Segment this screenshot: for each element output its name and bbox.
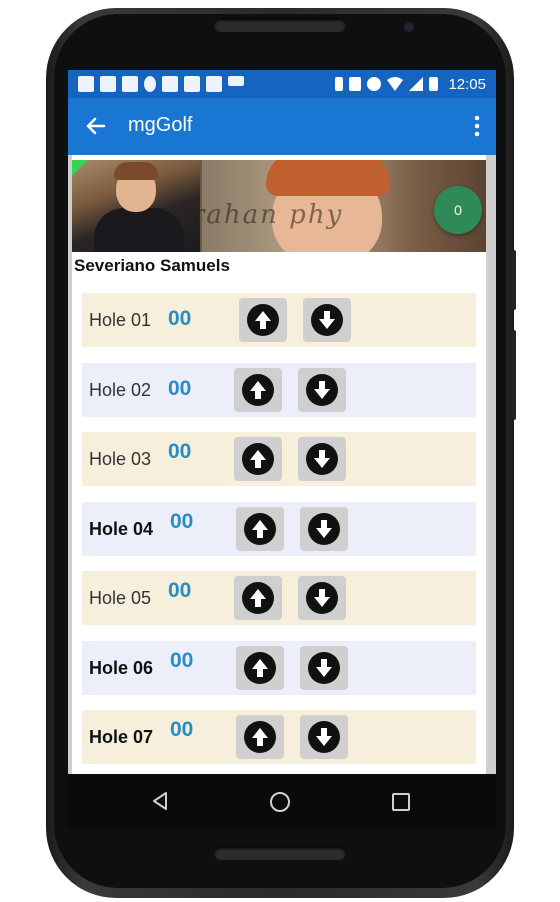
arrow-up-icon	[242, 443, 274, 475]
screen: 12:05 mgGolf rahan phy 0 Severiano Samue…	[68, 70, 496, 774]
arrow-down-icon	[311, 304, 343, 336]
arrow-down-icon	[308, 721, 340, 753]
hole-row: Hole 05 00	[82, 571, 476, 625]
battery-icon	[429, 77, 439, 91]
score-up-button[interactable]	[234, 437, 282, 481]
hole-score: 00	[170, 649, 194, 672]
hole-row: Hole 01 00	[82, 293, 476, 347]
notification-icons	[78, 76, 244, 92]
bottom-speaker	[214, 846, 346, 860]
overflow-menu-icon[interactable]	[474, 114, 480, 138]
hole-label: Hole 06	[89, 658, 154, 678]
hole-label: Hole 02	[89, 380, 152, 400]
doc-icon	[122, 76, 138, 92]
hole-label: Hole 07	[89, 727, 154, 747]
arrow-up-icon	[244, 721, 276, 753]
nav-back-icon[interactable]	[152, 792, 168, 810]
score-up-button[interactable]	[234, 576, 282, 620]
status-bar: 12:05	[68, 70, 496, 98]
call-icon	[228, 76, 244, 86]
hole-label: Hole 04	[89, 519, 154, 539]
score-up-button[interactable]	[239, 298, 287, 342]
hole-score: 00	[170, 510, 194, 533]
arrow-down-icon	[308, 513, 340, 545]
player-name: Severiano Samuels	[74, 256, 230, 275]
back-arrow-icon[interactable]	[82, 112, 110, 140]
navigation-bar	[68, 774, 496, 830]
bluetooth-icon	[335, 77, 344, 91]
player-banner: rahan phy 0	[72, 160, 486, 252]
arrow-down-icon	[306, 374, 338, 406]
hole-score: 00	[168, 377, 192, 400]
score-down-button[interactable]	[298, 368, 346, 412]
hole-label: Hole 03	[89, 449, 152, 469]
score-down-button[interactable]	[298, 437, 346, 481]
hole-score: 00	[170, 718, 194, 741]
volume-button	[512, 330, 516, 420]
keyboard-icon	[162, 76, 178, 92]
front-camera	[404, 22, 414, 32]
power-button	[512, 250, 516, 310]
score-down-button[interactable]	[300, 715, 348, 759]
score-up-button[interactable]	[236, 507, 284, 551]
score-down-button[interactable]	[300, 507, 348, 551]
score-down-button[interactable]	[303, 298, 351, 342]
chat-icon	[78, 76, 94, 92]
flipboard-icon	[206, 76, 222, 92]
scorecard-content[interactable]: rahan phy 0 Severiano Samuels Hole 01 00 H…	[68, 155, 496, 774]
app-title: mgGolf	[128, 114, 193, 136]
earpiece-speaker	[214, 18, 346, 32]
arrow-down-icon	[306, 443, 338, 475]
hole-score: 00	[168, 579, 192, 602]
score-up-button[interactable]	[236, 646, 284, 690]
arrow-down-icon	[308, 652, 340, 684]
arrow-up-icon	[242, 582, 274, 614]
total-score-badge[interactable]: 0	[434, 186, 482, 234]
arrow-up-icon	[242, 374, 274, 406]
nav-home-icon[interactable]	[270, 792, 290, 812]
hole-label: Hole 01	[89, 310, 152, 330]
system-icons: 12:05	[335, 70, 486, 98]
player-photo-small	[72, 160, 200, 252]
arrow-up-icon	[247, 304, 279, 336]
hole-score: 00	[168, 440, 192, 463]
vibrate-icon	[349, 77, 362, 91]
arrow-down-icon	[306, 582, 338, 614]
hole-row: Hole 04 00	[82, 502, 476, 556]
score-up-button[interactable]	[234, 368, 282, 412]
hole-row: Hole 07 00	[82, 710, 476, 764]
hole-row: Hole 03 00	[82, 432, 476, 486]
score-down-button[interactable]	[300, 646, 348, 690]
app-bar: mgGolf	[68, 98, 496, 155]
signal-icon	[409, 77, 424, 91]
mail-icon	[184, 76, 200, 92]
selected-indicator	[72, 160, 88, 176]
lightbulb-icon	[144, 76, 156, 92]
hole-label: Hole 05	[89, 588, 152, 608]
hole-row: Hole 02 00	[82, 363, 476, 417]
score-down-button[interactable]	[298, 576, 346, 620]
clock: 12:05	[448, 75, 486, 93]
hole-score: 00	[168, 307, 192, 330]
nav-recents-icon[interactable]	[392, 793, 410, 811]
calendar-icon	[100, 76, 116, 92]
arrow-up-icon	[244, 652, 276, 684]
wifi-icon	[387, 77, 404, 91]
content-edge	[486, 155, 496, 774]
hole-row: Hole 06 00	[82, 641, 476, 695]
arrow-up-icon	[244, 513, 276, 545]
score-up-button[interactable]	[236, 715, 284, 759]
watermark: rahan phy	[192, 200, 344, 230]
alarm-icon	[367, 77, 382, 91]
